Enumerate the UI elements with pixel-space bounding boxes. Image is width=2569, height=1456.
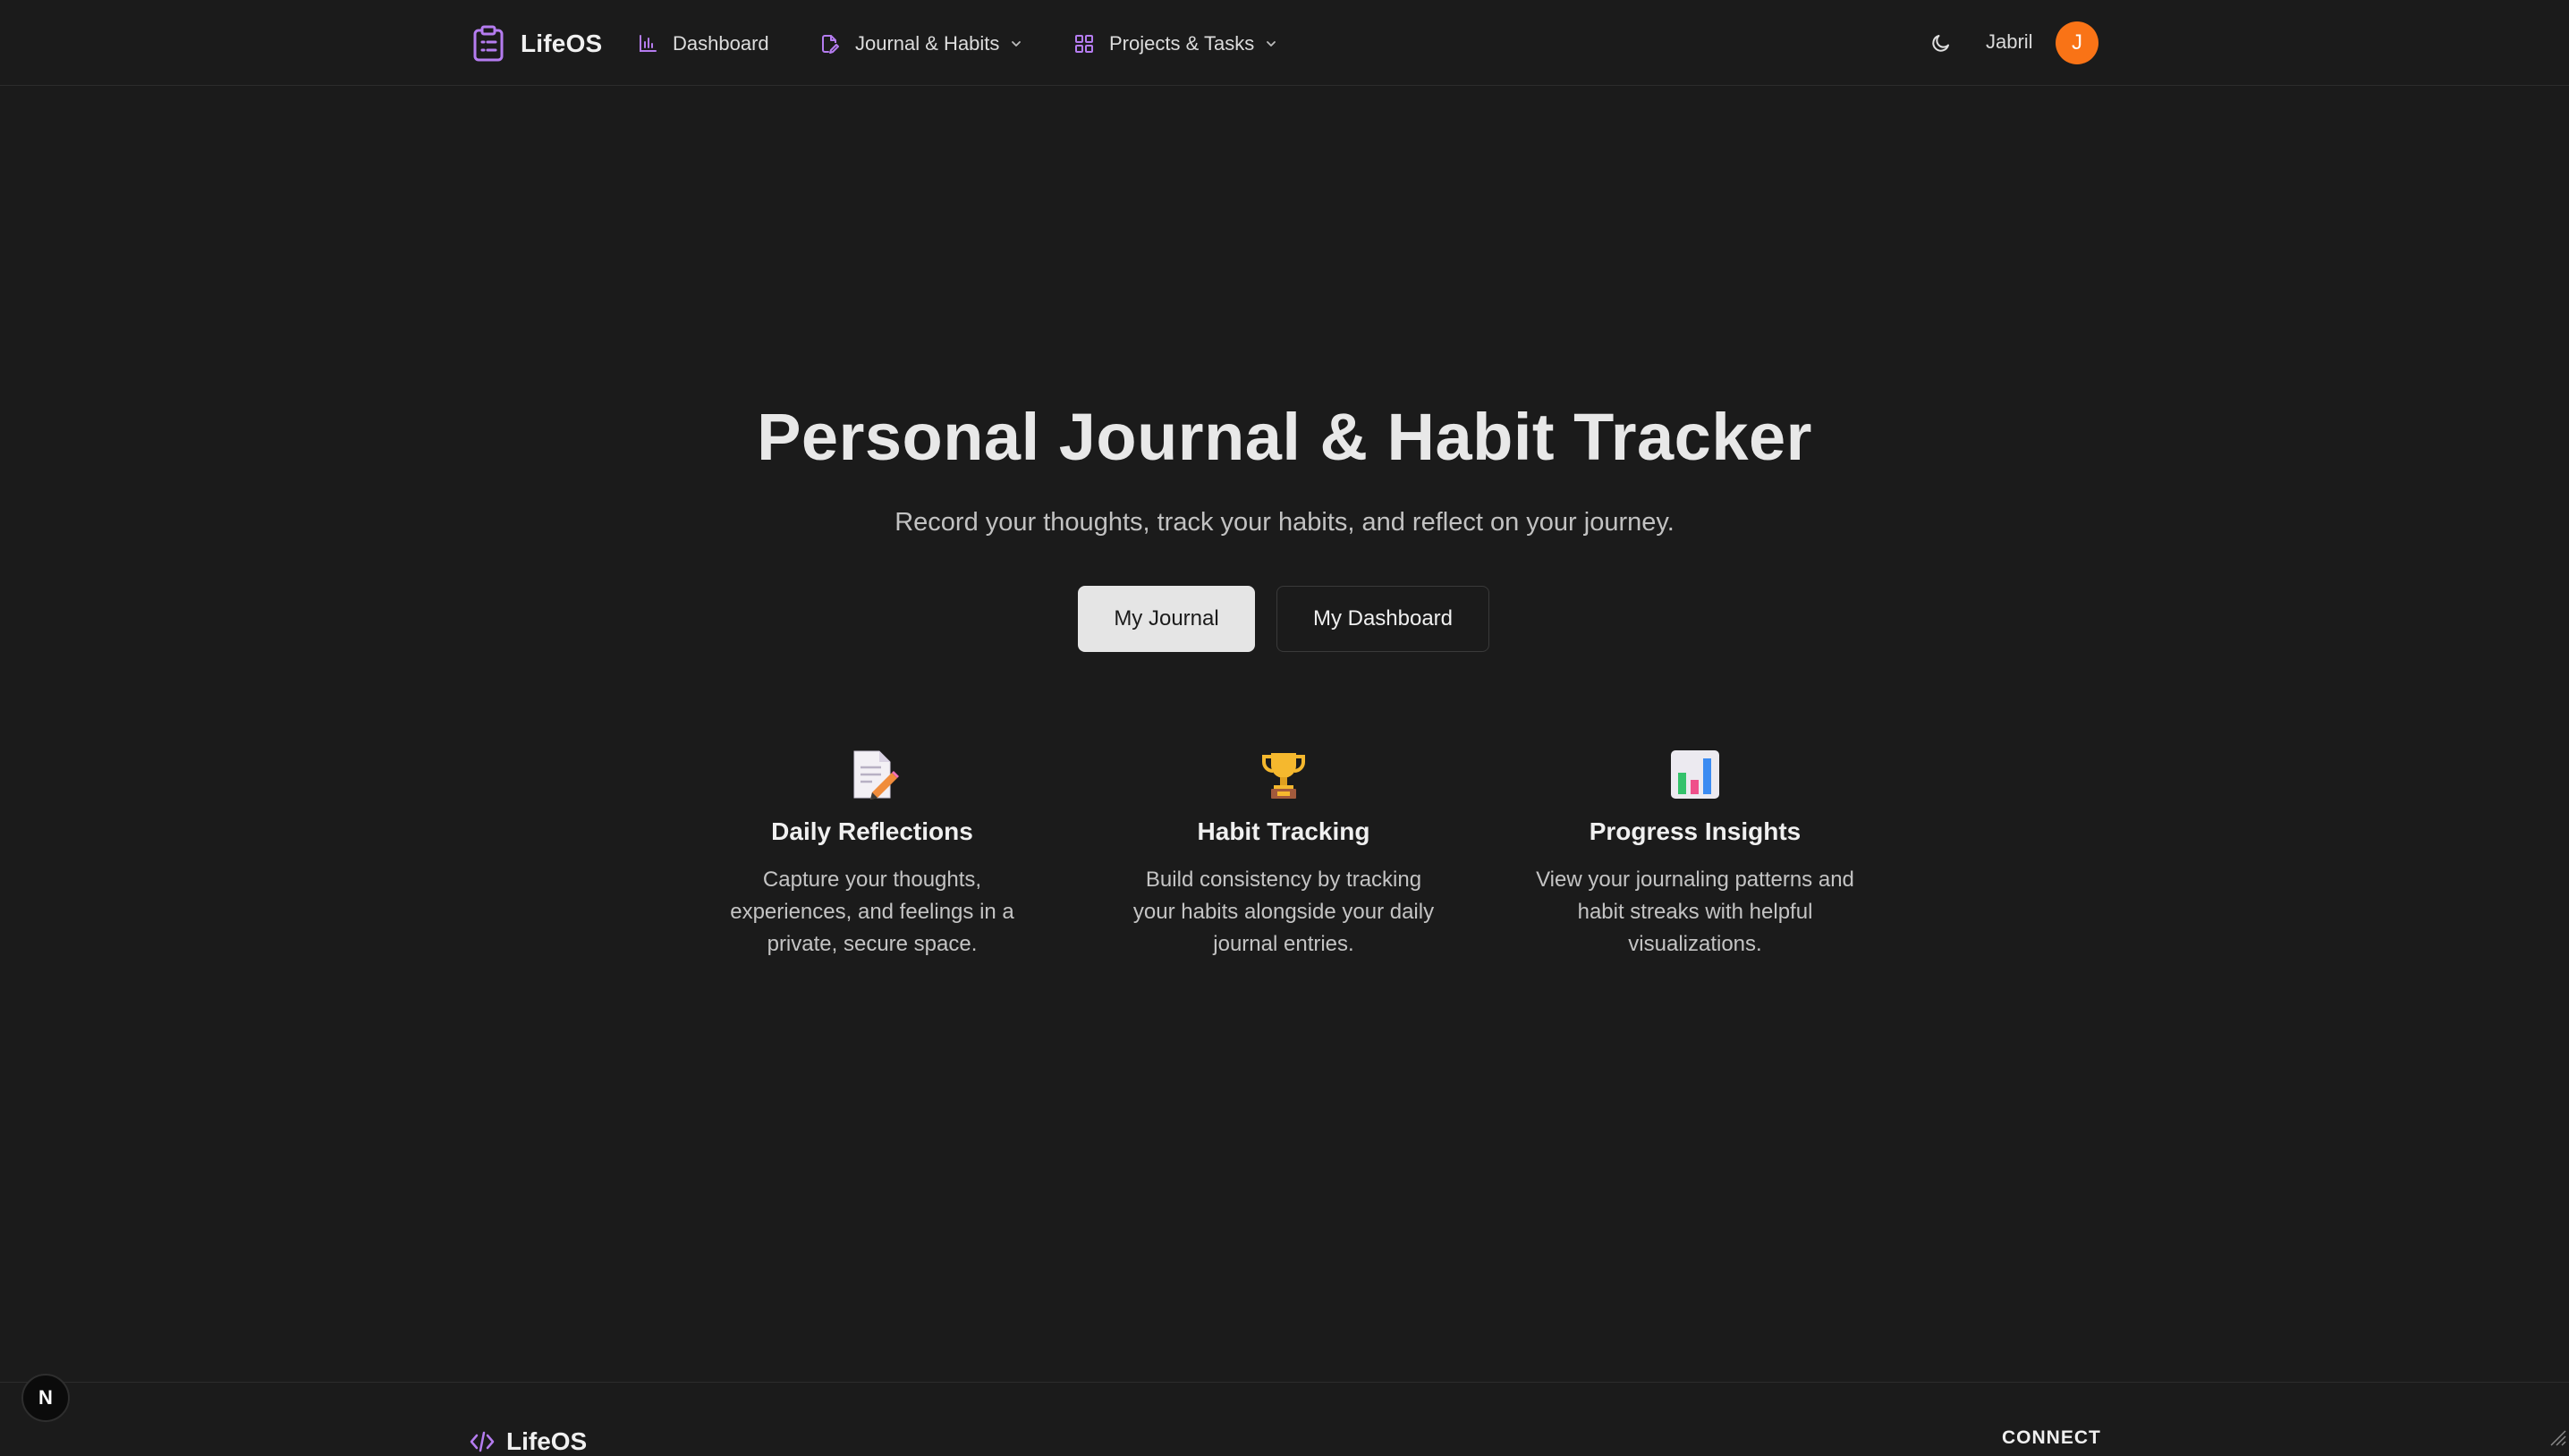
avatar[interactable]: J	[2056, 21, 2098, 64]
feature-title: Habit Tracking	[1197, 817, 1370, 845]
page-title: Personal Journal & Habit Tracker	[757, 400, 1812, 474]
feature-progress-insights: Progress Insights View your journaling p…	[1534, 748, 1856, 961]
my-journal-button[interactable]: My Journal	[1078, 586, 1255, 652]
footer-brand-name: LifeOS	[506, 1427, 588, 1455]
brand-logo-link[interactable]: LifeOS	[472, 23, 602, 64]
file-pen-icon	[822, 35, 839, 54]
feature-title: Daily Reflections	[771, 817, 973, 845]
footer	[0, 1382, 2569, 1449]
feature-title: Progress Insights	[1589, 817, 1802, 845]
nav-dashboard-label: Dashboard	[673, 32, 769, 55]
theme-toggle-button[interactable]	[1927, 29, 1955, 57]
feature-description: Capture your thoughts, experiences, and …	[730, 868, 1014, 956]
nav-journal-habits-dropdown[interactable]: Journal & Habits	[819, 27, 1022, 61]
trophy-icon	[1262, 753, 1305, 799]
nav-projects-tasks-dropdown[interactable]: Projects & Tasks	[1073, 27, 1277, 61]
brand-name: LifeOS	[521, 30, 603, 57]
my-dashboard-button[interactable]: My Dashboard	[1276, 586, 1489, 652]
feature-habit-tracking: Habit Tracking Build consistency by trac…	[1123, 748, 1445, 961]
bar-chart-icon	[1671, 750, 1719, 799]
bar-chart-icon	[640, 35, 657, 52]
code-icon	[470, 1431, 495, 1452]
moon-icon	[1932, 35, 1949, 52]
resize-grip-icon[interactable]	[2546, 1426, 2567, 1447]
nav-projects-tasks-label: Projects & Tasks	[1109, 32, 1255, 55]
feature-daily-reflections: Daily Reflections Capture your thoughts,…	[711, 748, 1033, 961]
nextjs-dev-badge[interactable]: N	[21, 1374, 70, 1422]
nav-dashboard[interactable]: Dashboard	[637, 27, 769, 61]
feature-description: Build consistency by tracking your habit…	[1132, 868, 1435, 956]
top-navigation-bar: LifeOS Dashboard Journal & Habits Projec…	[0, 0, 2569, 86]
feature-description: View your journaling patterns and habit …	[1536, 868, 1854, 956]
chevron-down-icon	[1267, 41, 1276, 47]
footer-brand-link[interactable]: LifeOS	[469, 1427, 587, 1456]
memo-icon	[853, 750, 899, 800]
chevron-down-icon	[1012, 41, 1022, 47]
nav-journal-habits-label: Journal & Habits	[855, 32, 1000, 55]
layout-grid-icon	[1075, 35, 1093, 53]
page-subtitle: Record your thoughts, track your habits,…	[894, 508, 1675, 537]
footer-connect-heading: CONNECT	[2002, 1427, 2101, 1448]
user-name: Jabril	[1986, 30, 2033, 53]
clipboard-list-icon	[473, 25, 504, 62]
